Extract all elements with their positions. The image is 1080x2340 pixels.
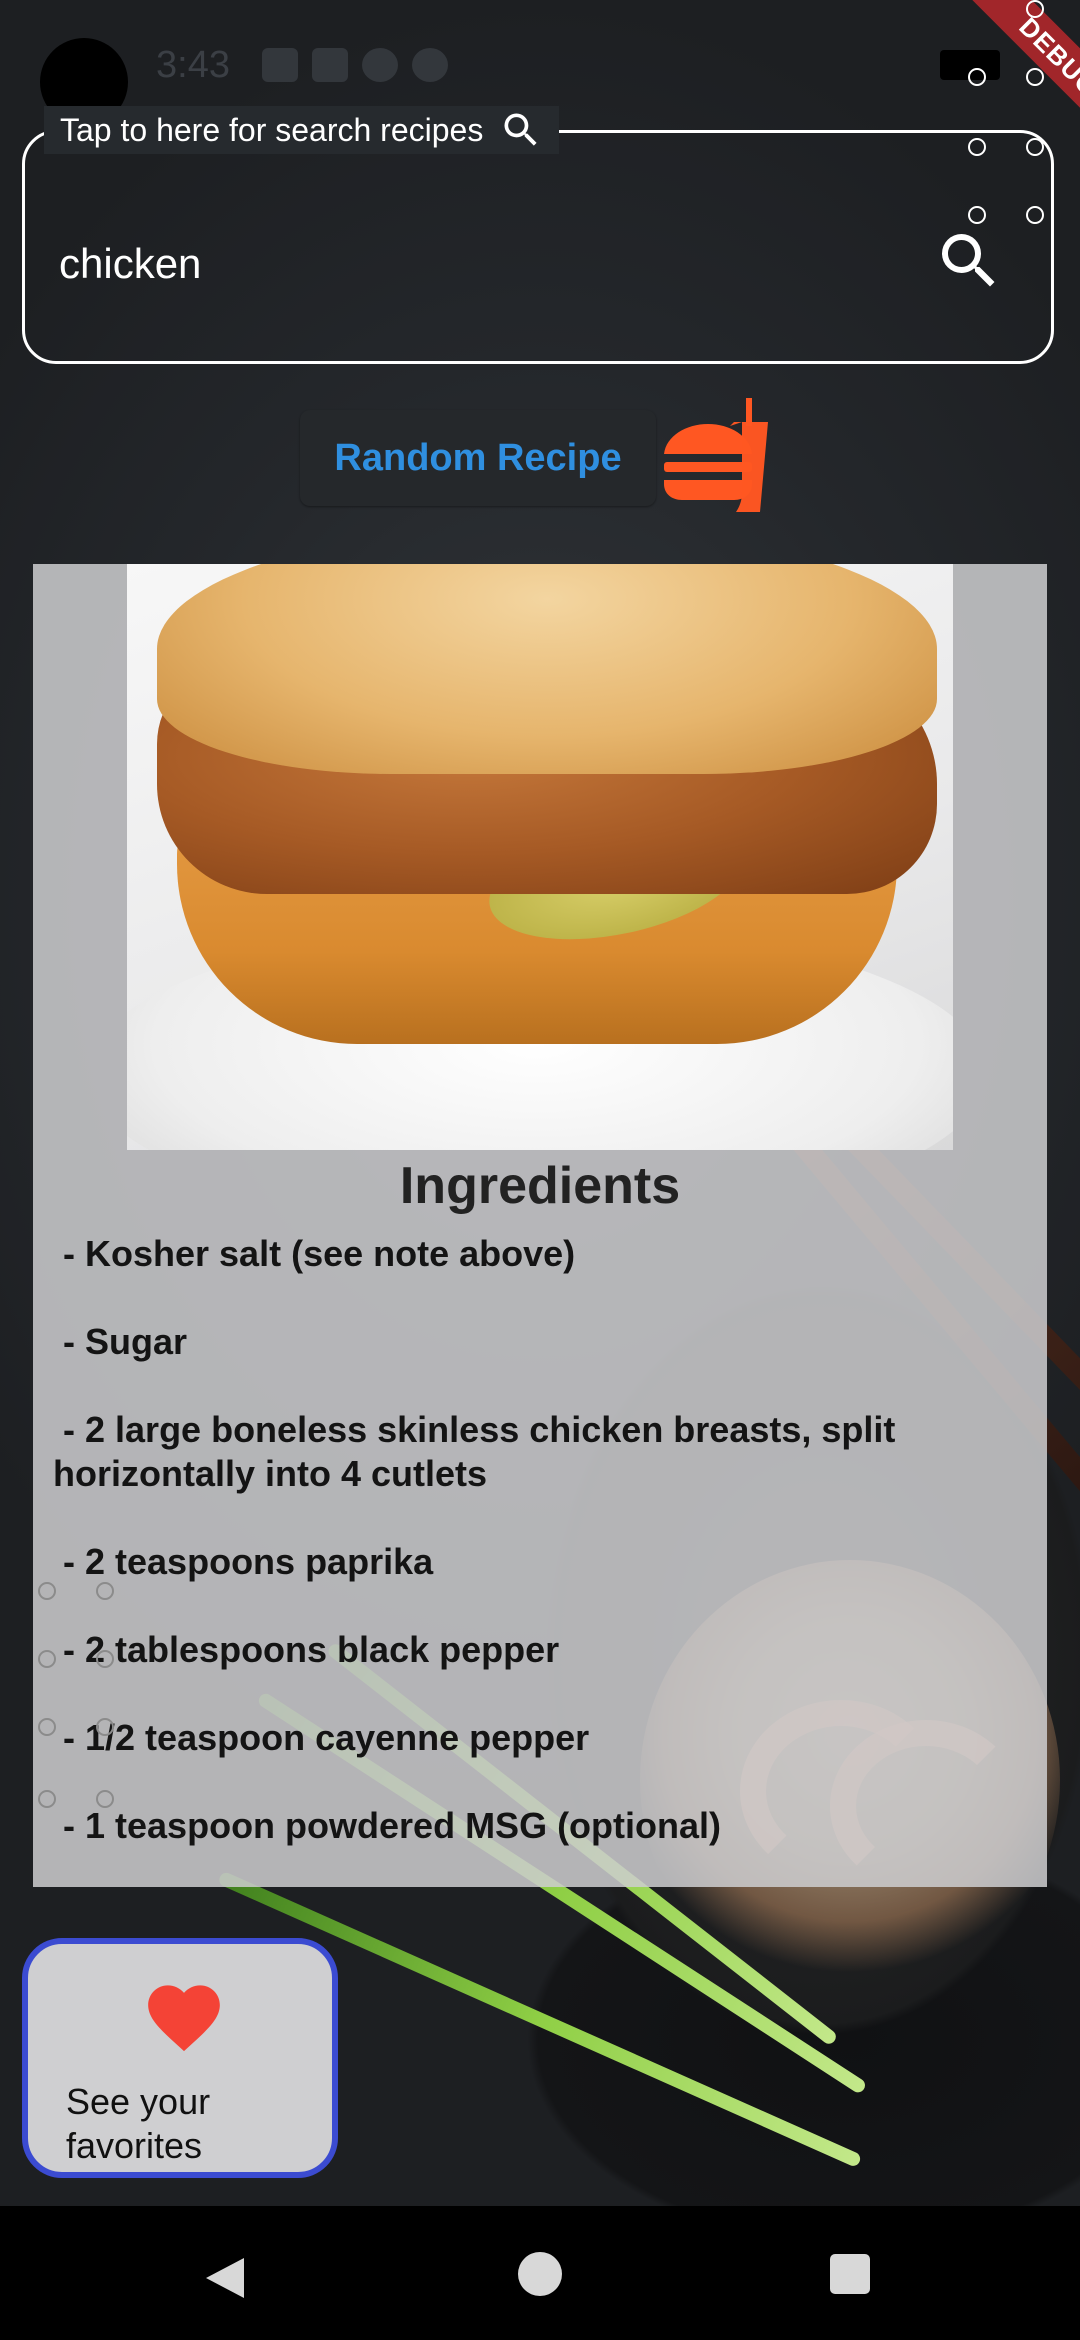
ingredient-item: - 2 teaspoons paprika [53,1541,434,1582]
recipe-image [127,564,953,1150]
ingredient-item: - 1 teaspoon powdered MSG (optional) [53,1805,722,1846]
random-recipe-button[interactable]: Random Recipe [300,410,656,506]
search-input[interactable] [57,231,921,297]
recipe-card[interactable]: Ingredients - Kosher salt (see note abov… [33,564,1047,1887]
search-hint-label: Tap to here for search recipes [44,106,560,154]
cloud-icon [312,48,348,82]
app-icon [362,48,398,82]
search-field[interactable] [22,130,1054,364]
ingredient-item: - 1/2 teaspoon cayenne pepper [53,1717,590,1758]
search-icon[interactable] [933,225,1005,297]
heart-icon [141,1974,227,2054]
ingredient-item: - 2 large boneless skinless chicken brea… [53,1409,906,1494]
notification-icons [262,48,448,82]
recents-icon[interactable] [830,2254,870,2294]
ingredient-item: - Sugar [53,1321,188,1362]
favorites-button[interactable]: See your favorites [22,1938,338,2178]
system-navigation-bar [0,2206,1080,2340]
game-icon [412,48,448,82]
gallery-icon [262,48,298,82]
ingredient-item: - 2 tablespoons black pepper [53,1629,560,1670]
ingredient-list: - Kosher salt (see note above) - Sugar -… [53,1232,1013,1892]
home-icon[interactable] [518,2252,562,2296]
favorites-label: See your favorites [66,2081,211,2166]
back-icon[interactable] [204,2256,246,2305]
status-time: 3:43 [156,44,230,86]
search-icon [499,108,543,152]
search-hint-text: Tap to here for search recipes [60,111,484,148]
fastfood-icon [660,398,778,516]
ingredients-title: Ingredients [399,1157,681,1215]
ingredient-item: - Kosher salt (see note above) [53,1233,576,1274]
